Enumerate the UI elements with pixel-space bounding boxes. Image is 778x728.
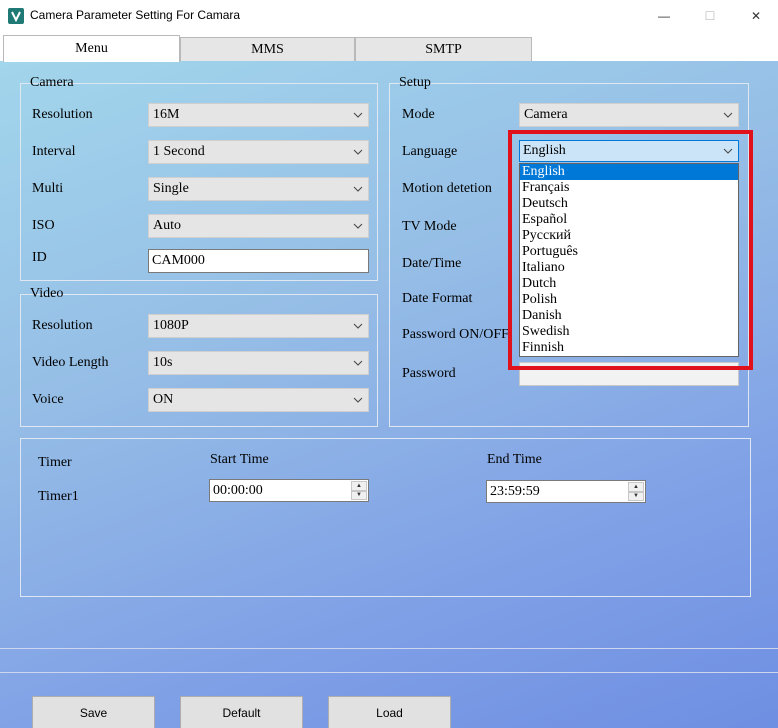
- multi-value: Single: [153, 181, 189, 196]
- spin-down-icon[interactable]: ▼: [351, 490, 367, 500]
- end-time-label: End Time: [487, 452, 542, 467]
- video-resolution-select[interactable]: 1080P: [148, 314, 369, 338]
- tab-mms[interactable]: MMS: [180, 37, 355, 61]
- iso-value: Auto: [153, 218, 181, 233]
- motion-label: Motion detetion: [402, 181, 492, 196]
- window-title: Camera Parameter Setting For Camara: [30, 8, 241, 22]
- mode-value: Camera: [524, 107, 568, 122]
- divider: [0, 672, 778, 673]
- video-resolution-label: Resolution: [32, 318, 93, 333]
- camera-legend: Camera: [30, 75, 74, 90]
- id-input[interactable]: CAM000: [148, 249, 369, 273]
- interval-label: Interval: [32, 144, 76, 159]
- iso-label: ISO: [32, 218, 55, 233]
- default-button[interactable]: Default: [180, 696, 303, 728]
- setup-legend: Setup: [399, 75, 431, 90]
- tvmode-label: TV Mode: [402, 219, 457, 234]
- chevron-down-icon: [353, 112, 363, 118]
- spin-up-icon[interactable]: ▲: [351, 481, 367, 491]
- chevron-down-icon: [353, 323, 363, 329]
- minimize-button[interactable]: —: [641, 0, 687, 31]
- timer-label: Timer: [38, 455, 72, 470]
- save-button[interactable]: Save: [32, 696, 155, 728]
- app-icon: [8, 8, 24, 24]
- divider: [0, 648, 778, 649]
- start-time-value: 00:00:00: [213, 482, 263, 498]
- tab-smtp[interactable]: SMTP: [355, 37, 532, 61]
- start-time-label: Start Time: [210, 452, 269, 467]
- multi-label: Multi: [32, 181, 64, 196]
- camera-resolution-value: 16M: [153, 107, 180, 122]
- timer-group: [20, 438, 751, 597]
- chevron-down-icon: [723, 112, 733, 118]
- mode-label: Mode: [402, 107, 435, 122]
- video-resolution-value: 1080P: [153, 318, 189, 333]
- password-onoff-label: Password ON/OFF: [402, 327, 508, 342]
- voice-value: ON: [153, 392, 174, 407]
- datetime-label: Date/Time: [402, 256, 462, 271]
- video-length-select[interactable]: 10s: [148, 351, 369, 375]
- voice-label: Voice: [32, 392, 64, 407]
- maximize-button[interactable]: ☐: [687, 0, 733, 31]
- spin-up-icon[interactable]: ▲: [628, 482, 644, 492]
- chevron-down-icon: [353, 149, 363, 155]
- highlight-box: [508, 130, 753, 370]
- camera-resolution-label: Resolution: [32, 107, 93, 122]
- video-length-label: Video Length: [32, 355, 109, 370]
- tab-menu[interactable]: Menu: [3, 35, 180, 62]
- start-time-spinner[interactable]: ▲ ▼: [351, 481, 367, 500]
- timer1-label: Timer1: [38, 489, 79, 504]
- chevron-down-icon: [353, 186, 363, 192]
- video-legend: Video: [30, 286, 64, 301]
- chevron-down-icon: [353, 360, 363, 366]
- chevron-down-icon: [353, 223, 363, 229]
- password-label: Password: [402, 366, 456, 381]
- video-length-value: 10s: [153, 355, 173, 370]
- end-time-spinner[interactable]: ▲ ▼: [628, 482, 644, 501]
- voice-select[interactable]: ON: [148, 388, 369, 412]
- iso-select[interactable]: Auto: [148, 214, 369, 238]
- language-label: Language: [402, 144, 458, 159]
- end-time-value: 23:59:59: [490, 483, 540, 499]
- close-button[interactable]: ✕: [733, 0, 778, 31]
- start-time-input[interactable]: 00:00:00 ▲ ▼: [209, 479, 369, 502]
- load-button[interactable]: Load: [328, 696, 451, 728]
- title-bar: Camera Parameter Setting For Camara — ☐ …: [0, 0, 778, 31]
- spin-down-icon[interactable]: ▼: [628, 491, 644, 501]
- interval-select[interactable]: 1 Second: [148, 140, 369, 164]
- interval-value: 1 Second: [153, 144, 205, 159]
- dateformat-label: Date Format: [402, 291, 473, 306]
- camera-resolution-select[interactable]: 16M: [148, 103, 369, 127]
- multi-select[interactable]: Single: [148, 177, 369, 201]
- id-label: ID: [32, 250, 47, 265]
- chevron-down-icon: [353, 397, 363, 403]
- end-time-input[interactable]: 23:59:59 ▲ ▼: [486, 480, 646, 503]
- mode-select[interactable]: Camera: [519, 103, 739, 127]
- tab-strip: Menu MMS SMTP: [0, 31, 778, 62]
